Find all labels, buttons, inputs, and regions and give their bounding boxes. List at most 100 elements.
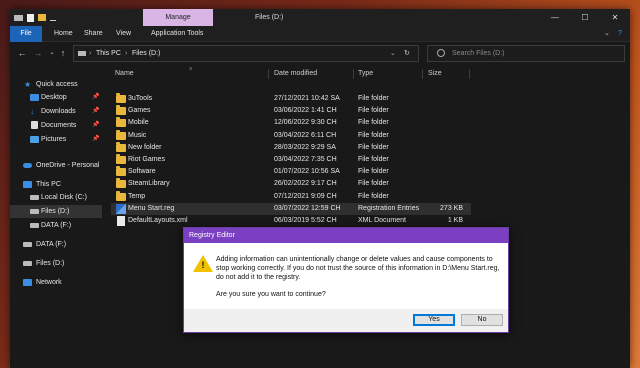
table-row[interactable]: New folder 28/03/2022 9:29 SA File folder bbox=[111, 141, 471, 154]
help-icon[interactable]: ? bbox=[612, 26, 628, 42]
tab-file[interactable]: File bbox=[10, 26, 42, 42]
drive-icon bbox=[23, 242, 32, 247]
column-header-date[interactable]: Date modified bbox=[274, 67, 317, 81]
properties-icon[interactable] bbox=[27, 13, 34, 22]
column-divider[interactable] bbox=[353, 69, 354, 79]
registry-editor-dialog: Registry Editor ! Adding information can… bbox=[183, 227, 509, 333]
drive-icon bbox=[23, 261, 32, 266]
folder-icon bbox=[116, 141, 126, 152]
column-divider[interactable] bbox=[268, 69, 269, 79]
search-box[interactable]: Search Files (D:) bbox=[427, 45, 625, 62]
customize-toolbar-icon[interactable] bbox=[50, 15, 56, 21]
nav-local-disk-c[interactable]: Local Disk (C:) bbox=[10, 191, 102, 204]
nav-desktop[interactable]: Desktop 📌 bbox=[10, 91, 102, 104]
row-name: Mobile bbox=[128, 119, 149, 127]
nav-this-pc[interactable]: This PC bbox=[10, 178, 102, 191]
desktop-icon bbox=[30, 94, 39, 101]
warning-mark: ! bbox=[201, 260, 205, 270]
nav-onedrive[interactable]: OneDrive - Personal bbox=[10, 159, 102, 172]
drive-icon bbox=[30, 195, 39, 200]
new-folder-icon[interactable] bbox=[38, 14, 46, 21]
tab-application-tools[interactable]: Application Tools bbox=[145, 26, 209, 42]
back-arrow-icon[interactable]: ← bbox=[16, 47, 28, 59]
download-icon: ↓ bbox=[30, 107, 34, 116]
tab-home[interactable]: Home bbox=[48, 26, 79, 42]
row-type: File folder bbox=[358, 143, 389, 151]
minimize-button[interactable]: — bbox=[540, 9, 570, 26]
row-type: File folder bbox=[358, 180, 389, 188]
nav-label: Desktop bbox=[41, 94, 67, 101]
no-button[interactable]: No bbox=[461, 314, 503, 326]
row-date: 12/06/2022 9:30 CH bbox=[274, 119, 337, 127]
table-row[interactable]: Games 03/06/2022 1:41 CH File folder bbox=[111, 105, 471, 117]
breadcrumb-this-pc[interactable]: This PC bbox=[96, 46, 121, 61]
table-row[interactable]: 3uTools 27/12/2021 10:42 SA File folder bbox=[111, 93, 471, 105]
nav-label: Pictures bbox=[41, 136, 67, 143]
nav-label: Downloads bbox=[41, 108, 76, 115]
drive-icon bbox=[78, 51, 86, 56]
window-title: Files (D:) bbox=[255, 14, 284, 21]
nav-files-d[interactable]: Files (D:) bbox=[10, 205, 102, 218]
table-row[interactable]: SteamLibrary 26/02/2022 9:17 CH File folde… bbox=[111, 178, 471, 190]
address-row: ← → ⌄ ↑ › This PC › Files (D:) ⌄ ↻ Searc… bbox=[10, 43, 630, 64]
nav-quick-access[interactable]: ★ Quick access bbox=[10, 78, 102, 91]
breadcrumb-separator: › bbox=[125, 50, 128, 57]
table-row[interactable]: Riot Games 03/04/2022 7:35 CH File folder bbox=[111, 154, 471, 166]
nav-documents[interactable]: Documents 📌 bbox=[10, 119, 102, 132]
maximize-button[interactable]: ☐ bbox=[570, 9, 600, 26]
nav-label: Network bbox=[36, 279, 62, 286]
column-divider[interactable] bbox=[422, 69, 423, 79]
address-dropdown-icon[interactable]: ⌄ bbox=[390, 46, 396, 61]
row-date: 28/03/2022 9:29 SA bbox=[274, 143, 336, 151]
tab-view[interactable]: View bbox=[110, 26, 137, 42]
column-header-size[interactable]: Size bbox=[428, 67, 442, 81]
table-row[interactable]: Mobile 12/06/2022 9:30 CH File folder bbox=[111, 117, 471, 129]
row-date: 27/12/2021 10:42 SA bbox=[274, 95, 340, 102]
table-row[interactable]: Temp 07/12/2021 9:09 CH File folder bbox=[111, 190, 471, 203]
drive-icon bbox=[14, 14, 23, 21]
row-name: 3uTools bbox=[128, 95, 153, 102]
nav-label: Quick access bbox=[36, 81, 78, 88]
yes-button[interactable]: Yes bbox=[413, 314, 455, 326]
status-bar bbox=[10, 356, 630, 368]
column-header-name[interactable]: Name bbox=[115, 67, 134, 81]
table-row[interactable]: DefaultLayouts.xml 06/03/2019 5:52 CH XML … bbox=[111, 215, 471, 227]
documents-icon bbox=[31, 121, 38, 129]
nav-label: OneDrive - Personal bbox=[36, 162, 100, 169]
folder-icon bbox=[116, 154, 126, 164]
refresh-icon[interactable]: ↻ bbox=[404, 46, 410, 61]
column-header-type[interactable]: Type bbox=[358, 67, 373, 81]
nav-files-d-root[interactable]: Files (D:) bbox=[10, 257, 102, 270]
nav-data-f[interactable]: DATA (F:) bbox=[10, 219, 102, 232]
breadcrumb-files-d[interactable]: Files (D:) bbox=[132, 46, 160, 61]
column-divider[interactable] bbox=[469, 69, 470, 79]
nav-downloads[interactable]: ↓ Downloads 📌 bbox=[10, 105, 102, 118]
row-type: File folder bbox=[358, 119, 389, 127]
pictures-icon bbox=[30, 136, 39, 143]
address-bar[interactable]: › This PC › Files (D:) ⌄ ↻ bbox=[73, 45, 419, 62]
row-name: SteamLibrary bbox=[128, 180, 170, 188]
nav-data-f-root[interactable]: DATA (F:) bbox=[10, 238, 102, 251]
up-arrow-icon[interactable]: ↑ bbox=[57, 47, 69, 59]
network-icon bbox=[23, 279, 32, 286]
table-row[interactable]: Menu Start.reg 03/07/2022 12:59 CH Registr… bbox=[111, 202, 471, 215]
folder-icon bbox=[116, 129, 126, 140]
row-type: Registration Entries bbox=[358, 204, 420, 212]
registry-file-icon bbox=[116, 203, 126, 214]
nav-network[interactable]: Network bbox=[10, 276, 102, 289]
table-row[interactable]: Software 01/07/2022 10:56 SA File folder bbox=[111, 166, 471, 178]
close-button[interactable]: ✕ bbox=[600, 9, 630, 26]
row-date: 03/04/2022 6:11 CH bbox=[274, 131, 337, 139]
dialog-title: Registry Editor bbox=[184, 228, 508, 243]
folder-icon bbox=[116, 178, 126, 189]
tab-share[interactable]: Share bbox=[78, 26, 109, 42]
row-name: Menu Start.reg bbox=[128, 204, 175, 212]
row-name: Temp bbox=[128, 192, 146, 200]
row-type: File folder bbox=[358, 95, 389, 102]
manage-tab[interactable]: Manage bbox=[143, 9, 213, 26]
table-row[interactable]: Music 03/04/2022 6:11 CH File folder bbox=[111, 129, 471, 142]
forward-arrow-icon[interactable]: → bbox=[32, 47, 44, 59]
quick-access-toolbar bbox=[14, 13, 56, 22]
drive-icon bbox=[30, 209, 39, 214]
nav-pictures[interactable]: Pictures 📌 bbox=[10, 133, 102, 146]
